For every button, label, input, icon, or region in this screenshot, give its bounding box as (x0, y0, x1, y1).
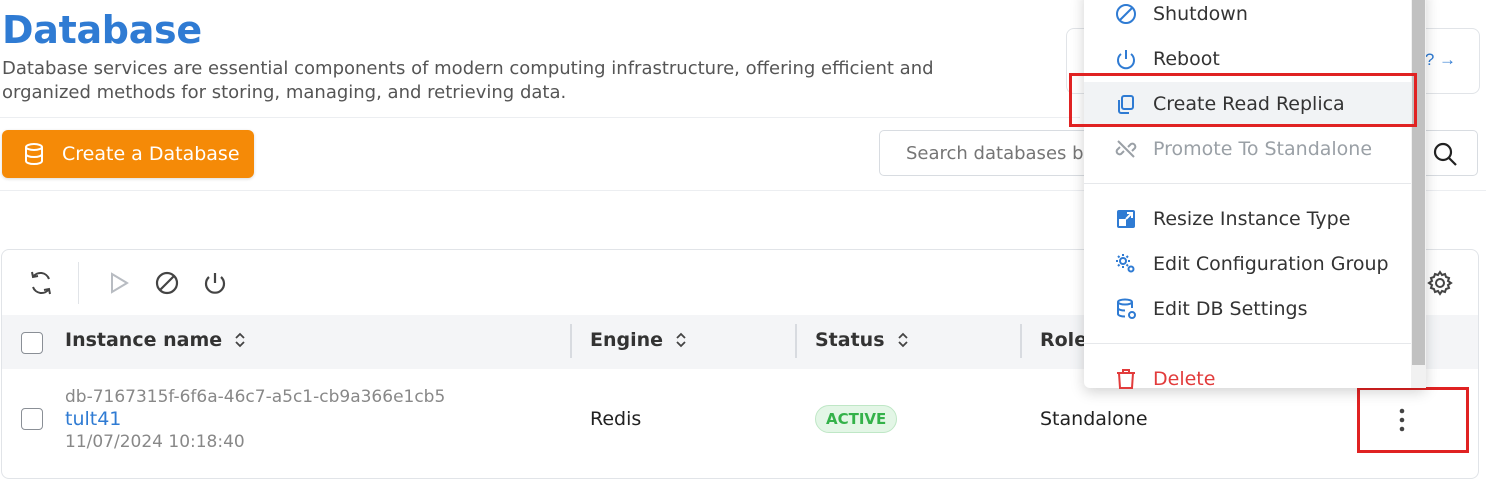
menu-item-promote-to-standalone[interactable]: Promote To Standalone (1084, 127, 1411, 171)
annotation-highlight-create-read-replica (1069, 73, 1417, 127)
create-database-button[interactable]: Create a Database (2, 130, 254, 178)
reboot-icon[interactable] (202, 270, 228, 296)
role-cell: Standalone (1040, 408, 1148, 430)
column-header-role[interactable]: Role (1040, 329, 1087, 351)
gear-icon[interactable] (1427, 270, 1453, 296)
menu-item-edit-db-settings[interactable]: Edit DB Settings (1084, 287, 1411, 331)
trash-icon (1117, 369, 1135, 389)
menu-item-label: Shutdown (1153, 3, 1248, 25)
menu-item-resize-instance-type[interactable]: Resize Instance Type (1084, 197, 1411, 241)
column-header-instance-name[interactable]: Instance name (65, 329, 246, 351)
menu-item-edit-configuration-group[interactable]: Edit Configuration Group (1084, 242, 1411, 286)
page-title: Database (2, 8, 202, 52)
sort-icon[interactable] (675, 331, 687, 349)
row-checkbox[interactable] (21, 408, 43, 430)
menu-item-shutdown[interactable]: Shutdown (1084, 0, 1411, 36)
menu-item-label: Promote To Standalone (1153, 138, 1373, 160)
create-database-label: Create a Database (62, 143, 240, 165)
column-label: Engine (590, 329, 664, 351)
toolbar-separator (78, 262, 79, 304)
sort-icon[interactable] (897, 331, 909, 349)
divider (0, 117, 1080, 118)
column-separator (570, 324, 572, 358)
column-header-status[interactable]: Status (815, 329, 909, 351)
column-label: Role (1040, 329, 1088, 351)
refresh-icon[interactable] (28, 270, 54, 296)
start-icon[interactable] (106, 270, 132, 296)
database-icon (25, 143, 43, 165)
sort-icon[interactable] (234, 331, 246, 349)
menu-item-label: Reboot (1153, 48, 1220, 70)
search-input[interactable] (906, 131, 1086, 175)
power-icon (1117, 50, 1135, 70)
gears-icon (1116, 254, 1135, 273)
column-separator (1020, 324, 1022, 358)
column-separator (795, 324, 797, 358)
menu-divider (1084, 343, 1411, 344)
column-header-engine[interactable]: Engine (590, 329, 687, 351)
unlink-icon (1115, 140, 1137, 158)
resize-icon (1117, 210, 1135, 228)
instance-name-link[interactable]: tult41 (65, 408, 121, 430)
search-icon[interactable] (1432, 141, 1458, 167)
menu-scrollbar-thumb[interactable] (1412, 0, 1425, 365)
ban-icon (1116, 4, 1136, 24)
menu-item-delete[interactable]: Delete (1084, 357, 1411, 401)
database-settings-icon (1117, 298, 1136, 319)
instance-id: db-7167315f-6f6a-46c7-a5c1-cb9a366e1cb5 (65, 387, 446, 407)
menu-item-label: Edit Configuration Group (1153, 253, 1389, 275)
column-label: Status (815, 329, 885, 351)
instance-created-date: 11/07/2024 10:18:40 (65, 432, 245, 452)
menu-item-label: Edit DB Settings (1153, 298, 1308, 320)
page-description: Database services are essential componen… (2, 58, 934, 103)
menu-item-label: Delete (1153, 368, 1216, 390)
menu-divider (1084, 183, 1411, 184)
engine-cell: Redis (590, 408, 642, 430)
select-all-checkbox[interactable] (21, 332, 43, 354)
menu-item-label: Resize Instance Type (1153, 208, 1351, 230)
shutdown-icon[interactable] (154, 270, 180, 296)
status-badge: ACTIVE (815, 405, 898, 433)
help-link[interactable]: ? → (1425, 50, 1456, 70)
column-label: Instance name (65, 329, 223, 351)
